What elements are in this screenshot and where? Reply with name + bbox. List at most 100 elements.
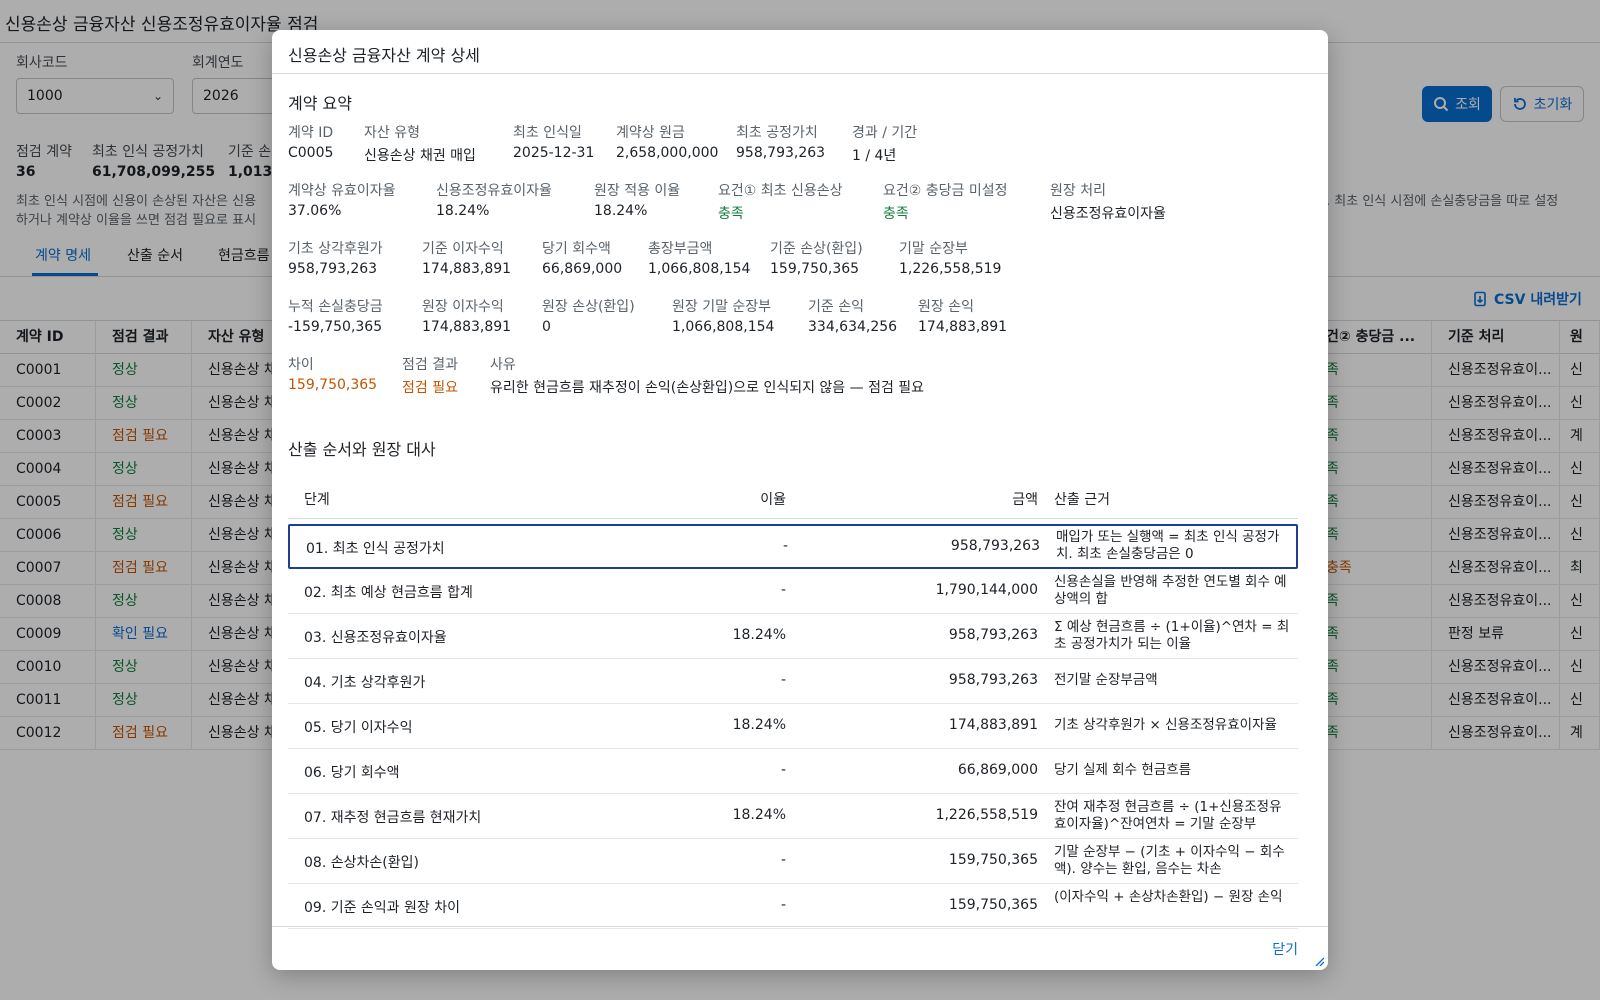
accumulated-allowance-value: -159,750,365 [288, 319, 383, 335]
step-name: 02. 최초 예상 현금흐름 합계 [304, 585, 473, 601]
step-basis: 기말 순장부 − (기초 + 이자수익 − 회수액). 양수는 환입, 음수는 … [1054, 844, 1285, 877]
step-rate: - [780, 582, 786, 598]
requirement-2-value: 충족 [883, 206, 909, 222]
close-button[interactable]: 닫기 [1272, 939, 1298, 959]
contract-eir-value: 37.06% [288, 203, 342, 219]
step-row[interactable]: 04. 기초 상각후원가 - 958,793,263 전기말 순장부금액 [288, 659, 1298, 704]
ledger-interest-income-value: 174,883,891 [422, 319, 512, 335]
step-name: 04. 기초 상각후원가 [304, 675, 426, 691]
step-row[interactable]: 08. 손상차손(환입) - 159,750,365 기말 순장부 − (기초 + 이… [288, 839, 1298, 884]
contract-id-value: C0005 [288, 145, 334, 161]
step-basis: 전기말 순장부금액 [1054, 672, 1158, 688]
dialog-title: 신용손상 금융자산 계약 상세 [288, 46, 480, 65]
step-basis: 당기 실제 회수 현금흐름 [1054, 762, 1192, 778]
summary-section-title: 계약 요약 [288, 94, 352, 113]
ledger-treatment-value: 신용조정유효이자율 [1050, 206, 1166, 222]
step-name: 08. 손상차손(환입) [304, 855, 419, 871]
step-amount: 1,790,144,000 [935, 582, 1038, 598]
step-basis: 기초 상각후원가 × 신용조정유효이자율 [1054, 717, 1277, 733]
step-name: 01. 최초 인식 공정가치 [306, 541, 445, 557]
step-name: 07. 재추정 현금흐름 현재가치 [304, 810, 482, 826]
base-interest-income-value: 174,883,891 [422, 261, 512, 277]
step-amount: 958,793,263 [948, 627, 1038, 643]
step-amount: 1,226,558,519 [935, 807, 1038, 823]
base-pl-label: 기준 손익 [808, 299, 864, 315]
step-name: 09. 기준 손익과 원장 차이 [304, 900, 460, 916]
step-basis: 매입가 또는 실행액 = 최초 인식 공정가치. 최초 손실충당금은 0 [1056, 529, 1280, 562]
reason-label: 사유 [490, 357, 516, 373]
step-amount: 958,793,263 [948, 672, 1038, 688]
contract-principal-label: 계약상 원금 [616, 125, 685, 141]
step-amount: 159,750,365 [948, 897, 1038, 913]
elapsed-term-label: 경과 / 기간 [852, 125, 918, 141]
current-collection-label: 당기 회수액 [542, 241, 611, 257]
closing-net-carrying-label: 기말 순장부 [899, 241, 968, 257]
ledger-rate-label: 원장 적용 이율 [594, 183, 681, 199]
step-basis: 잔여 재추정 현금흐름 ÷ (1+신용조정유효이자율)^잔여연차 = 기말 순장… [1054, 799, 1282, 832]
requirement-1-value: 충족 [718, 206, 744, 222]
credit-adjusted-eir-label: 신용조정유효이자율 [436, 183, 552, 199]
step-amount: 174,883,891 [948, 717, 1038, 733]
steps-section-title: 산출 순서와 원장 대사 [288, 440, 436, 459]
difference-label: 차이 [288, 357, 314, 373]
step-row[interactable]: 05. 당기 이자수익 18.24% 174,883,891 기초 상각후원가 × 신… [288, 704, 1298, 749]
ledger-closing-net-label: 원장 기말 순장부 [672, 299, 772, 315]
contract-principal-value: 2,658,000,000 [616, 145, 719, 161]
step-row[interactable]: 09. 기준 손익과 원장 차이 - 159,750,365 (이자수익 + 손상차손… [288, 884, 1298, 929]
dialog-footer: 닫기 [272, 926, 1328, 970]
check-result-label: 점검 결과 [402, 357, 458, 373]
step-name: 05. 당기 이자수익 [304, 720, 413, 736]
reason-value: 유리한 현금흐름 재추정이 손익(손상환입)으로 인식되지 않음 — 점검 필요 [490, 380, 925, 396]
asset-type-label: 자산 유형 [364, 125, 420, 141]
accumulated-allowance-label: 누적 손실충당금 [288, 299, 383, 315]
step-rate: - [780, 762, 786, 778]
step-rate: - [780, 672, 786, 688]
closing-net-carrying-value: 1,226,558,519 [899, 261, 1002, 277]
ledger-closing-net-value: 1,066,808,154 [672, 319, 775, 335]
opening-amortized-cost-label: 기초 상각후원가 [288, 241, 383, 257]
difference-value: 159,750,365 [288, 377, 378, 393]
check-result-value: 점검 필요 [402, 380, 458, 396]
ledger-interest-income-label: 원장 이자수익 [422, 299, 504, 315]
step-row[interactable]: 06. 당기 회수액 - 66,869,000 당기 실제 회수 현금흐름 [288, 749, 1298, 794]
current-collection-value: 66,869,000 [542, 261, 623, 277]
base-impairment-label: 기준 손상(환입) [770, 241, 863, 257]
step-rate: 18.24% [732, 807, 786, 823]
initial-fair-value-value: 958,793,263 [736, 145, 826, 161]
step-basis: Σ 예상 현금흐름 ÷ (1+이율)^연차 = 최초 공정가치가 되는 이율 [1054, 619, 1290, 652]
asset-type-value: 신용손상 채권 매입 [364, 148, 476, 164]
base-impairment-value: 159,750,365 [770, 261, 860, 277]
step-rate: 18.24% [732, 627, 786, 643]
gross-carrying-amount-value: 1,066,808,154 [648, 261, 751, 277]
step-basis: (이자수익 + 손상차손환입) − 원장 손익 [1054, 889, 1283, 905]
contract-id-label: 계약 ID [288, 125, 334, 141]
requirement-1-label: 요건① 최초 신용손상 [718, 183, 843, 199]
step-amount: 958,793,263 [950, 538, 1040, 554]
step-name: 06. 당기 회수액 [304, 765, 400, 781]
dialog-header: 신용손상 금융자산 계약 상세 [272, 30, 1328, 74]
requirement-2-label: 요건② 충당금 미설정 [883, 183, 1008, 199]
initial-recognition-date-label: 최초 인식일 [513, 125, 582, 141]
header-amount: 금액 [1012, 492, 1038, 508]
step-name: 03. 신용조정유효이자율 [304, 630, 447, 646]
ledger-treatment-label: 원장 처리 [1050, 183, 1106, 199]
initial-recognition-date-value: 2025-12-31 [513, 145, 595, 161]
step-row[interactable]: 07. 재추정 현금흐름 현재가치 18.24% 1,226,558,519 잔여 재… [288, 794, 1298, 839]
ledger-rate-value: 18.24% [594, 203, 648, 219]
step-rate: - [782, 538, 788, 554]
resize-handle-icon[interactable] [1314, 956, 1324, 966]
initial-fair-value-label: 최초 공정가치 [736, 125, 818, 141]
credit-adjusted-eir-value: 18.24% [436, 203, 490, 219]
step-basis: 신용손실을 반영해 추정한 연도별 회수 예상액의 합 [1054, 574, 1287, 607]
base-interest-income-label: 기준 이자수익 [422, 241, 504, 257]
ledger-impairment-label: 원장 손상(환입) [542, 299, 635, 315]
step-row[interactable]: 01. 최초 인식 공정가치 - 958,793,263 매입가 또는 실행액 = 최… [288, 524, 1298, 569]
ledger-pl-label: 원장 손익 [918, 299, 974, 315]
contract-detail-dialog: 신용손상 금융자산 계약 상세 계약 요약 계약 ID C0005 자산 유형신용손… [272, 30, 1328, 970]
step-row[interactable]: 02. 최초 예상 현금흐름 합계 - 1,790,144,000 신용손실을 반영해… [288, 569, 1298, 614]
opening-amortized-cost-value: 958,793,263 [288, 261, 378, 277]
elapsed-term-value: 1 / 4년 [852, 148, 897, 164]
header-rate: 이율 [760, 492, 786, 508]
header-basis: 산출 근거 [1054, 492, 1110, 508]
step-row[interactable]: 03. 신용조정유효이자율 18.24% 958,793,263 Σ 예상 현금흐름 … [288, 614, 1298, 659]
